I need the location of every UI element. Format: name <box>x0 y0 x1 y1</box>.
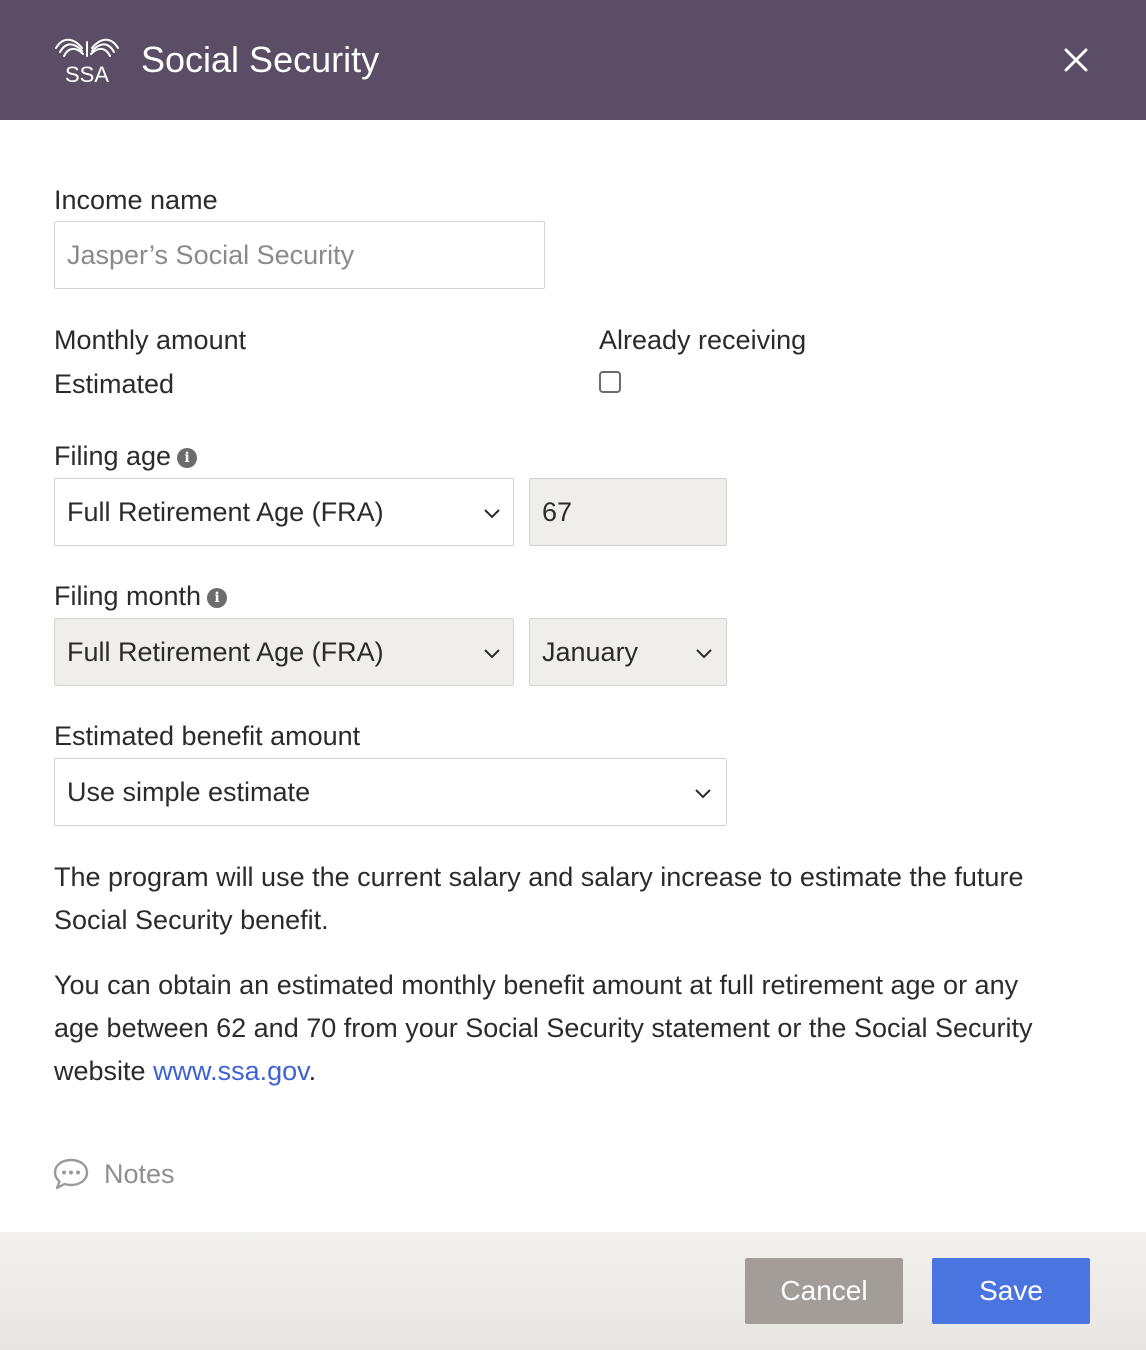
estimated-benefit-select-value: Use simple estimate <box>67 777 311 807</box>
chevron-down-icon <box>482 643 502 663</box>
filing-month-select[interactable]: Full Retirement Age (FRA) <box>54 618 514 686</box>
monthly-amount-label: Monthly amount <box>54 325 247 355</box>
ssa-info-paragraph: You can obtain an estimated monthly bene… <box>54 964 1064 1093</box>
chevron-down-icon <box>694 643 714 663</box>
ssa-logo: SSA <box>52 34 122 86</box>
speech-bubble-icon <box>53 1158 89 1190</box>
filing-month-label-text: Filing month <box>54 581 202 611</box>
dialog-title: Social Security <box>141 39 380 80</box>
income-name-input[interactable]: Jasper’s Social Security <box>54 221 545 289</box>
logo-text: SSA <box>65 62 109 86</box>
estimated-benefit-label: Estimated benefit amount <box>54 721 361 751</box>
month-select-value: January <box>542 637 639 667</box>
estimate-explanation: The program will use the current salary … <box>54 862 1024 935</box>
ssa-info-suffix: . <box>308 1056 317 1086</box>
notes-toggle[interactable]: Notes <box>52 1154 175 1194</box>
filing-age-select-value: Full Retirement Age (FRA) <box>67 497 384 527</box>
chevron-down-icon <box>482 503 502 523</box>
notes-label: Notes <box>104 1158 175 1189</box>
filing-month-label: Filing month i <box>54 579 228 613</box>
cancel-button[interactable]: Cancel <box>745 1258 903 1324</box>
dialog-header: SSA Social Security <box>0 0 1146 120</box>
close-button[interactable] <box>1056 40 1096 80</box>
income-name-label: Income name <box>54 185 218 215</box>
already-receiving-label: Already receiving <box>599 325 807 355</box>
estimated-benefit-select[interactable]: Use simple estimate <box>54 758 727 826</box>
info-icon[interactable]: i <box>177 448 198 468</box>
filing-age-select[interactable]: Full Retirement Age (FRA) <box>54 478 514 546</box>
ssa-website-link[interactable]: www.ssa.gov <box>153 1056 309 1086</box>
chevron-down-icon <box>693 783 713 803</box>
filing-age-label-text: Filing age <box>54 441 172 471</box>
monthly-amount-value: Estimated <box>54 369 175 399</box>
filing-age-label: Filing age i <box>54 439 198 473</box>
month-select[interactable]: January <box>529 618 727 686</box>
save-button[interactable]: Save <box>932 1258 1090 1324</box>
close-icon <box>1064 48 1088 72</box>
info-icon[interactable]: i <box>207 588 228 608</box>
filing-month-select-value: Full Retirement Age (FRA) <box>67 637 384 667</box>
dialog-footer: Cancel Save <box>0 1232 1146 1350</box>
already-receiving-checkbox[interactable] <box>599 371 621 393</box>
filing-age-value: 67 <box>529 478 727 546</box>
